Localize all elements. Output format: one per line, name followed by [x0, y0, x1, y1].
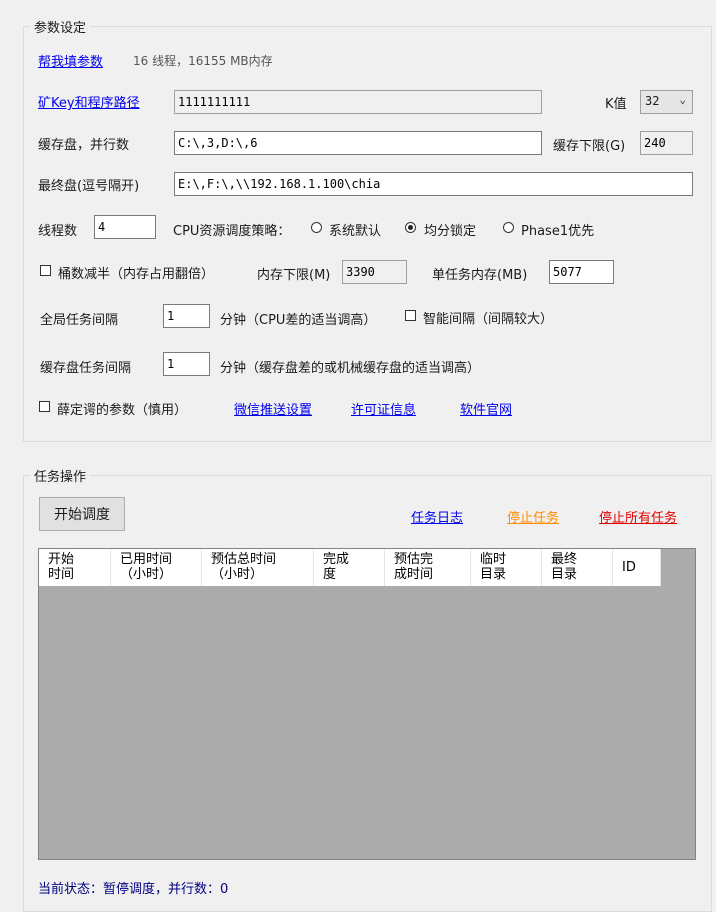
xue-params-checkbox[interactable] [39, 401, 50, 412]
stop-task-link[interactable]: 停止任务 [507, 507, 559, 526]
column-eta[interactable]: 预估完 成时间 [385, 549, 471, 586]
website-link[interactable]: 软件官网 [460, 399, 512, 418]
threads-input[interactable] [94, 215, 156, 239]
column-elapsed[interactable]: 已用时间 （小时） [111, 549, 202, 586]
column-estimated-total[interactable]: 预估总时间 （小时） [202, 549, 314, 586]
cache-disk-label: 缓存盘，并行数 [38, 138, 130, 153]
system-info-text: 16 线程，16155 MB内存 [133, 54, 273, 68]
radio-phase1-first-label[interactable]: Phase1优先 [521, 220, 594, 239]
mem-min-input[interactable] [342, 260, 407, 284]
start-schedule-button[interactable]: 开始调度 [39, 497, 125, 531]
global-interval-input[interactable] [163, 304, 210, 328]
radio-system-default[interactable] [311, 222, 322, 233]
final-disk-input[interactable] [174, 172, 693, 196]
xue-params-label[interactable]: 薛定谔的参数（慎用） [57, 399, 187, 418]
global-interval-hint: 分钟（CPU差的适当调高） [220, 313, 377, 328]
final-disk-label: 最终盘(逗号隔开) [38, 179, 140, 194]
cache-interval-hint: 分钟（缓存盘差的或机械缓存盘的适当调高） [220, 361, 481, 376]
bucket-half-label[interactable]: 桶数减半（内存占用翻倍） [58, 263, 214, 282]
wechat-push-link[interactable]: 微信推送设置 [234, 399, 312, 418]
status-text: 当前状态：暂停调度，并行数：0 [38, 882, 229, 897]
bucket-half-checkbox[interactable] [40, 265, 51, 276]
stop-all-tasks-link[interactable]: 停止所有任务 [599, 507, 677, 526]
radio-system-default-label[interactable]: 系统默认 [329, 220, 381, 239]
cache-disk-input[interactable] [174, 131, 542, 155]
chevron-down-icon: ⌄ [679, 93, 686, 106]
column-progress[interactable]: 完成 度 [314, 549, 385, 586]
column-temp-dir[interactable]: 临时 目录 [471, 549, 542, 586]
global-interval-label: 全局任务间隔 [40, 313, 119, 328]
params-legend: 参数设定 [34, 21, 87, 36]
k-value-label: K值 [605, 97, 627, 112]
cpu-policy-label: CPU资源调度策略： [173, 224, 291, 239]
task-mem-label: 单任务内存(MB) [432, 268, 528, 283]
radio-phase1-first[interactable] [503, 222, 514, 233]
mem-min-label: 内存下限(M) [257, 268, 331, 283]
tasks-legend: 任务操作 [34, 470, 87, 485]
task-list[interactable]: 开始 时间 已用时间 （小时） 预估总时间 （小时） 完成 度 预估完 成时间 … [38, 548, 696, 860]
column-start-time[interactable]: 开始 时间 [39, 549, 111, 586]
task-list-header: 开始 时间 已用时间 （小时） 预估总时间 （小时） 完成 度 预估完 成时间 … [39, 549, 661, 586]
task-log-link[interactable]: 任务日志 [411, 507, 463, 526]
threads-label: 线程数 [38, 224, 78, 239]
license-info-link[interactable]: 许可证信息 [351, 399, 416, 418]
radio-even-lock-label[interactable]: 均分锁定 [424, 220, 476, 239]
k-value-selected: 32 [645, 94, 660, 108]
k-value-select[interactable]: 32 ⌄ [640, 90, 693, 114]
column-final-dir[interactable]: 最终 目录 [542, 549, 613, 586]
cache-min-label: 缓存下限(G) [553, 139, 626, 154]
column-id[interactable]: ID [613, 549, 661, 586]
cache-min-input[interactable] [640, 131, 693, 155]
task-mem-input[interactable] [549, 260, 614, 284]
cache-interval-input[interactable] [163, 352, 210, 376]
key-path-link[interactable]: 矿Key和程序路径 [38, 92, 140, 111]
smart-interval-label[interactable]: 智能间隔（间隔较大） [423, 308, 553, 327]
help-fill-link[interactable]: 帮我填参数 [38, 51, 103, 70]
radio-even-lock[interactable] [405, 222, 416, 233]
cache-interval-label: 缓存盘任务间隔 [40, 361, 132, 376]
key-input[interactable] [174, 90, 542, 114]
smart-interval-checkbox[interactable] [405, 310, 416, 321]
